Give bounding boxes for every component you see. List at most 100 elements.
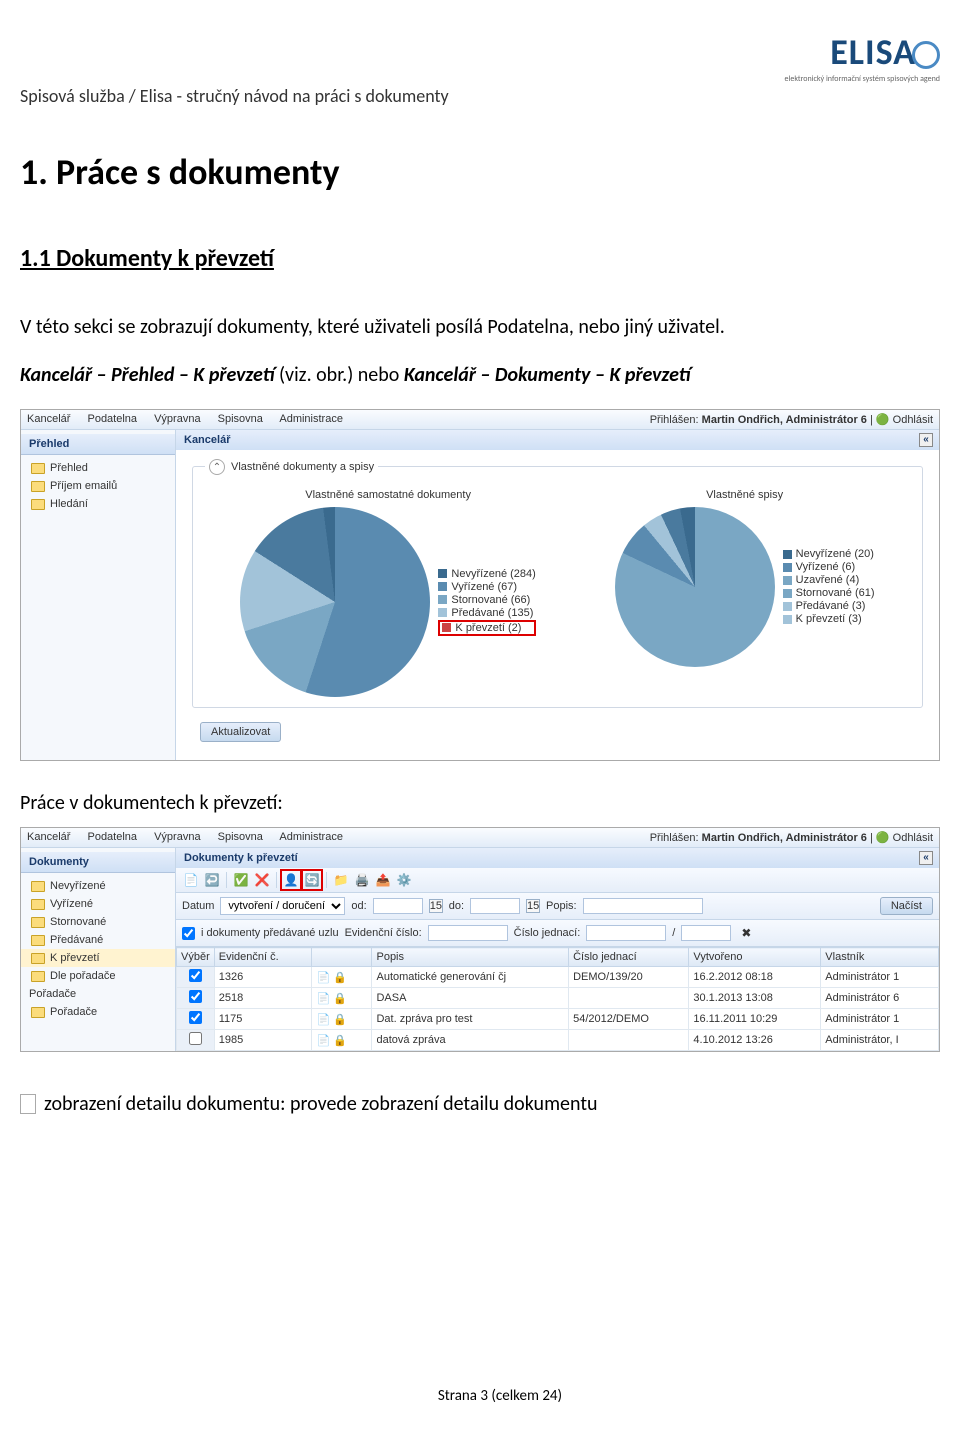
logout-link[interactable]: Odhlásit [893, 414, 933, 426]
user-icon[interactable]: 👤 [282, 871, 300, 889]
col-select[interactable]: Výběr [177, 948, 215, 967]
collapse-button[interactable]: « [919, 851, 933, 865]
panel-header: Kancelář « [176, 430, 939, 450]
sidebar-item[interactable]: Vyřízené [21, 895, 175, 913]
col-owner[interactable]: Vlastník [821, 948, 939, 967]
folder-icon [31, 481, 45, 492]
row-checkbox[interactable] [189, 990, 202, 1003]
login-info: Přihlášen: Martin Ondřich, Administrátor… [650, 413, 933, 426]
refresh-button[interactable]: Aktualizovat [200, 722, 281, 742]
col-desc[interactable]: Popis [372, 948, 569, 967]
screenshot-grid: Kancelář Podatelna Výpravna Spisovna Adm… [20, 827, 940, 1052]
panel-header: Dokumenty k převzetí « [176, 848, 939, 868]
folder-icon [31, 899, 45, 910]
logo: ELISA elektronický informační systém spi… [785, 30, 940, 84]
menu-item[interactable]: Výpravna [154, 413, 200, 425]
sidebar-item[interactable]: Předávané [21, 931, 175, 949]
filter-cj-input[interactable] [586, 925, 666, 941]
login-info: Přihlášen: Martin Ondřich, Administrátor… [650, 831, 933, 844]
logo-subtext: elektronický informační systém spisových… [785, 74, 940, 84]
menubar: Kancelář Podatelna Výpravna Spisovna Adm… [27, 413, 357, 426]
collapse-button[interactable]: « [919, 433, 933, 447]
row-checkbox[interactable] [189, 1032, 202, 1045]
menu-item[interactable]: Spisovna [218, 413, 263, 425]
load-button[interactable]: Načíst [880, 897, 933, 915]
logo-text: ELISA [830, 30, 916, 74]
logout-link[interactable]: Odhlásit [893, 832, 933, 844]
accept-icon[interactable]: ✅ [232, 871, 250, 889]
menu-item[interactable]: Kancelář [27, 413, 70, 425]
bullet-line: zobrazení detailu dokumentu: provede zob… [20, 1092, 940, 1116]
cancel-icon[interactable]: ❌ [253, 871, 271, 889]
folder-icon [31, 881, 45, 892]
chevron-up-icon[interactable]: ⌃ [209, 459, 225, 475]
row-checkbox[interactable] [189, 1011, 202, 1024]
folder-icon [31, 935, 45, 946]
refresh-icon[interactable]: 🔄 [303, 871, 321, 889]
filter-desc-label: Popis: [546, 900, 577, 912]
calendar-icon[interactable]: 15 [526, 899, 540, 913]
row-checkbox[interactable] [189, 969, 202, 982]
chart-title-1: Vlastněné samostatné dokumenty [240, 489, 535, 501]
folder-icon [31, 499, 45, 510]
menu-item[interactable]: Administrace [279, 413, 343, 425]
sidebar-item[interactable]: Přehled [21, 459, 175, 477]
page-footer: Strana 3 (celkem 24) [20, 1387, 960, 1405]
col-ec[interactable]: Evidenční č. [214, 948, 312, 967]
folder-icon [31, 953, 45, 964]
menu-item[interactable]: Podatelna [87, 831, 137, 843]
reject-icon[interactable]: ↩️ [203, 871, 221, 889]
sidebar-item[interactable]: Pořadače [21, 1003, 175, 1021]
sidebar-item[interactable]: Stornované [21, 913, 175, 931]
menu-item[interactable]: Podatelna [87, 413, 137, 425]
sidebar-item-active[interactable]: K převzetí [21, 949, 175, 967]
filter-date-select[interactable]: vytvoření / doručení [220, 897, 345, 915]
filter-ec-input[interactable] [428, 925, 508, 941]
table-row[interactable]: 2518📄 🔒DASA30.1.2013 13:08Administrátor … [177, 988, 939, 1009]
menu-item[interactable]: Kancelář [27, 831, 70, 843]
print-icon[interactable]: 🖨️ [353, 871, 371, 889]
filter-node-label: i dokumenty předávané uzlu [201, 927, 339, 939]
calendar-icon[interactable]: 15 [429, 899, 443, 913]
filter-to-label: do: [449, 900, 464, 912]
nav-path-2: Kancelář – Dokumenty – K převzetí [404, 363, 691, 387]
filter-desc-input[interactable] [583, 898, 703, 914]
pie-chart-files [615, 507, 775, 667]
sidebar-item[interactable]: Hledání [21, 495, 175, 513]
document-icon [20, 1094, 36, 1114]
table-row[interactable]: 1326📄 🔒Automatické generování čjDEMO/139… [177, 967, 939, 988]
pie-chart-documents [240, 507, 430, 697]
legend-1: Nevyřízené (284) Vyřízené (67) Stornovan… [438, 568, 535, 637]
menu-item[interactable]: Výpravna [154, 831, 200, 843]
sidebar-item[interactable]: Nevyřízené [21, 877, 175, 895]
filter-cj2-input[interactable] [681, 925, 731, 941]
filter-node-checkbox[interactable] [182, 927, 195, 940]
clear-icon[interactable]: ✖ [737, 924, 755, 942]
col-created[interactable]: Vytvořeno [689, 948, 821, 967]
folder-icon [31, 917, 45, 928]
toolbar: 📄 ↩️ ✅ ❌ 👤 🔄 📁 🖨️ 📤 ⚙️ [176, 868, 939, 893]
table-row[interactable]: 1985📄 🔒datová zpráva4.10.2012 13:26Admin… [177, 1030, 939, 1051]
col-cj[interactable]: Číslo jednací [569, 948, 689, 967]
filter-date-label: Datum [182, 900, 214, 912]
paragraph-caption: Práce v dokumentech k převzetí: [20, 791, 940, 815]
export-icon[interactable]: 📤 [374, 871, 392, 889]
gear-icon[interactable]: ⚙️ [395, 871, 413, 889]
menu-item[interactable]: Administrace [279, 831, 343, 843]
sidebar-item[interactable]: Příjem emailů [21, 477, 175, 495]
filter-ec-label: Evidenční číslo: [345, 927, 422, 939]
folder-icon[interactable]: 📁 [332, 871, 350, 889]
sidebar-item[interactable]: Dle pořadače [21, 967, 175, 985]
filter-to-input[interactable] [470, 898, 520, 914]
folder-icon [31, 971, 45, 982]
detail-icon[interactable]: 📄 [182, 871, 200, 889]
menu-item[interactable]: Spisovna [218, 831, 263, 843]
doc-header: Spisová služba / Elisa - stručný návod n… [20, 85, 449, 107]
section-heading: 1.1 Dokumenty k převzetí [20, 244, 940, 273]
filter-from-input[interactable] [373, 898, 423, 914]
documents-table: Výběr Evidenční č. Popis Číslo jednací V… [176, 947, 939, 1051]
col-icons [312, 948, 372, 967]
paragraph-2: Kancelář – Přehled – K převzetí (viz. ob… [20, 361, 940, 389]
table-row[interactable]: 1175📄 🔒Dat. zpráva pro test54/2012/DEMO1… [177, 1009, 939, 1030]
bullet-text: zobrazení detailu dokumentu: provede zob… [44, 1092, 598, 1116]
